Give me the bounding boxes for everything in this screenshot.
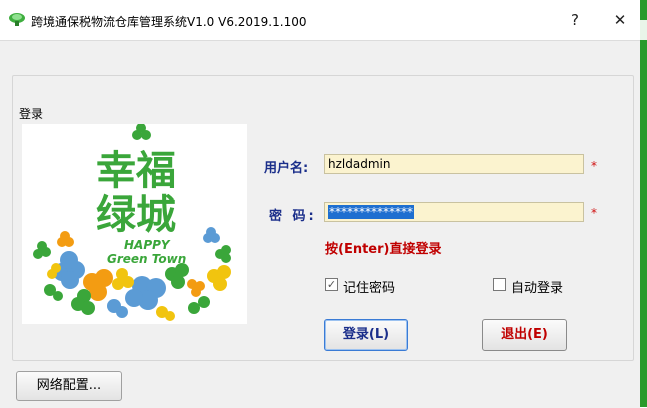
window-frame-edge [640,0,647,407]
help-button[interactable]: ? [555,6,595,34]
username-input[interactable]: hzldadmin [324,154,584,174]
password-required-mark: * [591,206,597,220]
exit-button[interactable]: 退出(E) [482,319,567,351]
logo-line1: 幸福 [96,148,176,194]
auto-login-label[interactable]: 自动登录 [511,277,563,296]
green-gem-icon [9,13,25,26]
username-label: 用户名: [264,161,309,176]
login-button[interactable]: 登录(L) [324,319,408,351]
logo-english-2: Green Town [107,252,186,266]
remember-password-label[interactable]: 记住密码 [343,277,395,296]
auto-login-checkbox[interactable] [493,278,506,291]
logo-graphic: 幸福 绿城 HAPPY Green Town [33,123,231,321]
username-required-mark: * [591,159,597,173]
clover-icon [132,123,151,140]
logo-english-1: HAPPY [124,238,171,252]
green-town-logo: 幸福 绿城 HAPPY Green Town [22,123,247,324]
window-title: 跨境通保税物流仓库管理系统V1.0 V6.2019.1.100 [31,15,307,29]
close-button[interactable]: ✕ [600,6,640,34]
password-label: 密 码: [269,209,317,224]
title-bar: 跨境通保税物流仓库管理系统V1.0 V6.2019.1.100 ? ✕ [0,0,647,40]
logo-line2: 绿城 [96,192,176,238]
password-selected-text: ************** [328,205,414,219]
password-input[interactable]: ************** [324,202,584,222]
login-group-label: 登录 [16,105,47,122]
remember-password-checkbox[interactable]: ✓ [325,278,338,291]
enter-login-hint: 按(Enter)直接登录 [325,242,442,257]
network-config-button[interactable]: 网络配置... [16,371,122,401]
